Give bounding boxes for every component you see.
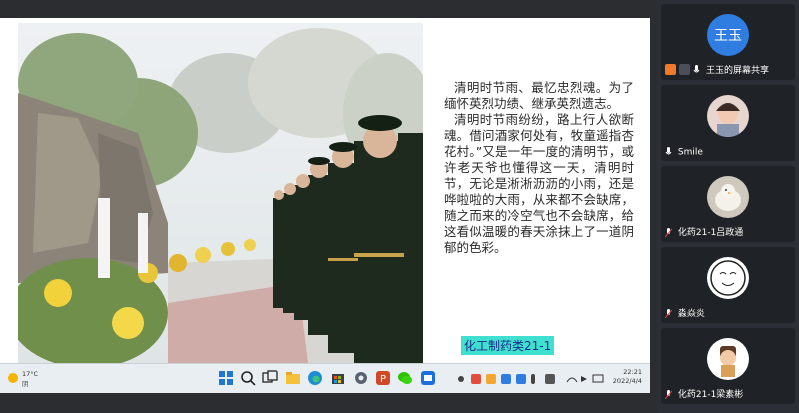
start-icon[interactable] (218, 370, 234, 386)
participant-tile-1[interactable]: 王玉 王玉的屏幕共享 (661, 4, 795, 80)
shared-screen-area: 清明时节雨、最忆忠烈魂。为了缅怀英烈功绩、继承英烈遗志。 清明时节雨纷纷，路上行… (0, 0, 657, 413)
participant-tile-2[interactable]: Smile (661, 85, 795, 161)
participant-name: Smile (677, 147, 703, 157)
participant-name: 化药21-1吕政通 (677, 228, 744, 238)
avatar (707, 95, 749, 137)
slide-caption: 化工制药类21-1 (461, 336, 555, 355)
settings-icon[interactable] (353, 370, 369, 386)
mic-muted-icon (665, 308, 672, 318)
mic-muted-icon (665, 389, 672, 399)
meeting-icon[interactable] (420, 370, 436, 386)
avatar (707, 257, 749, 299)
participant-tile-4[interactable]: 淼焱炎 (661, 247, 795, 323)
mic-icon (665, 146, 672, 154)
store-icon[interactable] (330, 370, 346, 386)
participant-name: 化药21-1梁素彬 (677, 390, 744, 400)
avatar (707, 176, 749, 218)
search-icon[interactable] (240, 370, 256, 386)
slide-text-block: 清明时节雨、最忆忠烈魂。为了缅怀英烈功绩、继承英烈遗志。 清明时节雨纷纷，路上行… (444, 80, 634, 256)
participants-panel: 王玉 王玉的屏幕共享 Smile 化药21-1吕政通 淼焱炎 化药21-1梁素彬 (657, 0, 799, 413)
file-explorer-icon[interactable] (285, 370, 301, 386)
participant-name: 淼焱炎 (677, 309, 705, 319)
svg-text:P: P (380, 374, 386, 385)
slide-paragraph-2: 清明时节雨纷纷，路上行人欲断魂。借问酒家何处有，牧童遥指杏花村。”又是一年一度的… (444, 112, 634, 255)
weather-temperature: 17°C (22, 370, 39, 378)
user-icon (665, 64, 676, 75)
avatar (707, 338, 749, 380)
windows-taskbar: 17°C 阴 P 22:21 2022/4/4 (0, 363, 650, 393)
mic-icon (693, 64, 700, 72)
sun-icon (8, 373, 18, 383)
clock-date: 2022/4/4 (612, 377, 642, 385)
window: 清明时节雨、最忆忠烈魂。为了缅怀英烈功绩、继承英烈遗志。 清明时节雨纷纷，路上行… (0, 0, 799, 413)
powerpoint-icon[interactable]: P (375, 370, 391, 386)
screen-share-icon (679, 64, 690, 75)
participant-status-text: 王玉的屏幕共享 (706, 66, 770, 76)
participant-status: 王玉的屏幕共享 (665, 63, 769, 76)
mic-muted-icon (665, 227, 672, 237)
taskview-icon[interactable] (262, 370, 278, 386)
avatar: 王玉 (707, 14, 749, 56)
participant-tile-3[interactable]: 化药21-1吕政通 (661, 166, 795, 242)
weather-condition: 阴 (22, 380, 29, 388)
edge-icon[interactable] (307, 370, 323, 386)
slide-photo (18, 23, 423, 363)
clock-time: 22:21 (623, 368, 642, 376)
presentation-slide: 清明时节雨、最忆忠烈魂。为了缅怀英烈功绩、继承英烈遗志。 清明时节雨纷纷，路上行… (0, 18, 650, 363)
system-clock[interactable]: 22:21 2022/4/4 (592, 368, 642, 386)
weather-widget[interactable]: 17°C 阴 (8, 370, 48, 388)
slide-paragraph-1: 清明时节雨、最忆忠烈魂。为了缅怀英烈功绩、继承英烈遗志。 (444, 80, 634, 111)
participant-tile-5[interactable]: 化药21-1梁素彬 (661, 328, 795, 404)
wechat-icon[interactable] (397, 370, 413, 386)
